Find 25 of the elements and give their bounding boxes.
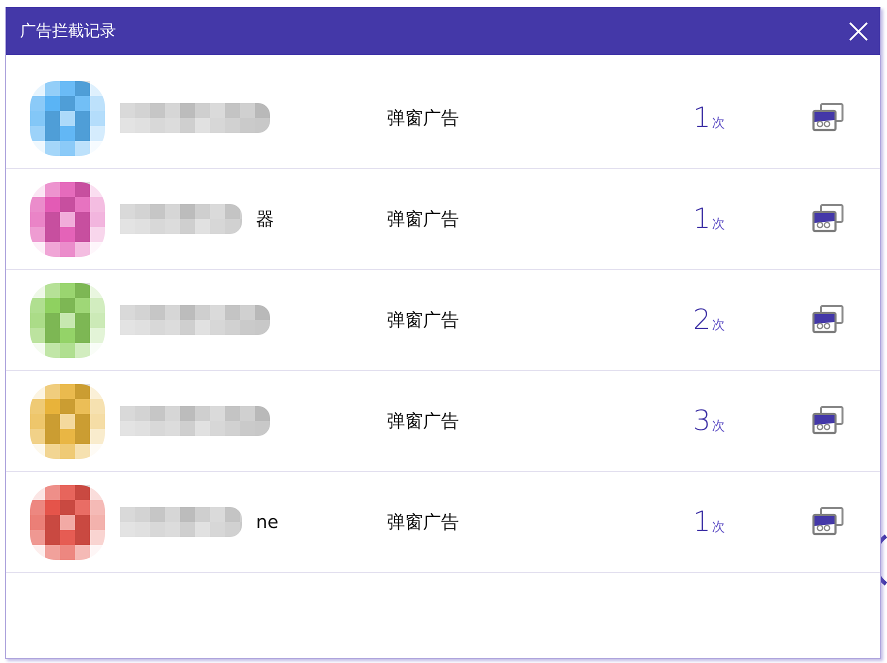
- image-stack-icon[interactable]: [812, 103, 844, 133]
- count-unit: 次: [712, 216, 725, 233]
- block-count: 1: [693, 205, 711, 233]
- ring-edge-icon: [879, 534, 887, 586]
- dialog-title: 广告拦截记录: [20, 20, 116, 42]
- app-name-fragment: 器: [256, 208, 274, 231]
- ad-type-label: 弹窗广告: [387, 511, 460, 534]
- image-stack-icon[interactable]: [812, 204, 844, 234]
- count-unit: 次: [712, 418, 725, 435]
- ad-type-label: 弹窗广告: [387, 309, 460, 332]
- image-stack-icon[interactable]: [812, 305, 844, 335]
- close-icon[interactable]: [849, 22, 868, 40]
- block-count: 2: [693, 306, 711, 334]
- count-unit: 次: [712, 317, 725, 334]
- ad-type-label: 弹窗广告: [387, 107, 460, 130]
- block-count: 1: [693, 508, 711, 536]
- block-count: 3: [693, 407, 711, 435]
- image-stack-icon[interactable]: [812, 406, 844, 436]
- ad-type-label: 弹窗广告: [387, 208, 460, 231]
- app-name-fragment: ne: [256, 512, 278, 532]
- ad-type-label: 弹窗广告: [387, 410, 460, 433]
- block-count: 1: [693, 104, 711, 132]
- count-unit: 次: [712, 519, 725, 536]
- image-stack-icon[interactable]: [812, 507, 844, 537]
- count-unit: 次: [712, 115, 725, 132]
